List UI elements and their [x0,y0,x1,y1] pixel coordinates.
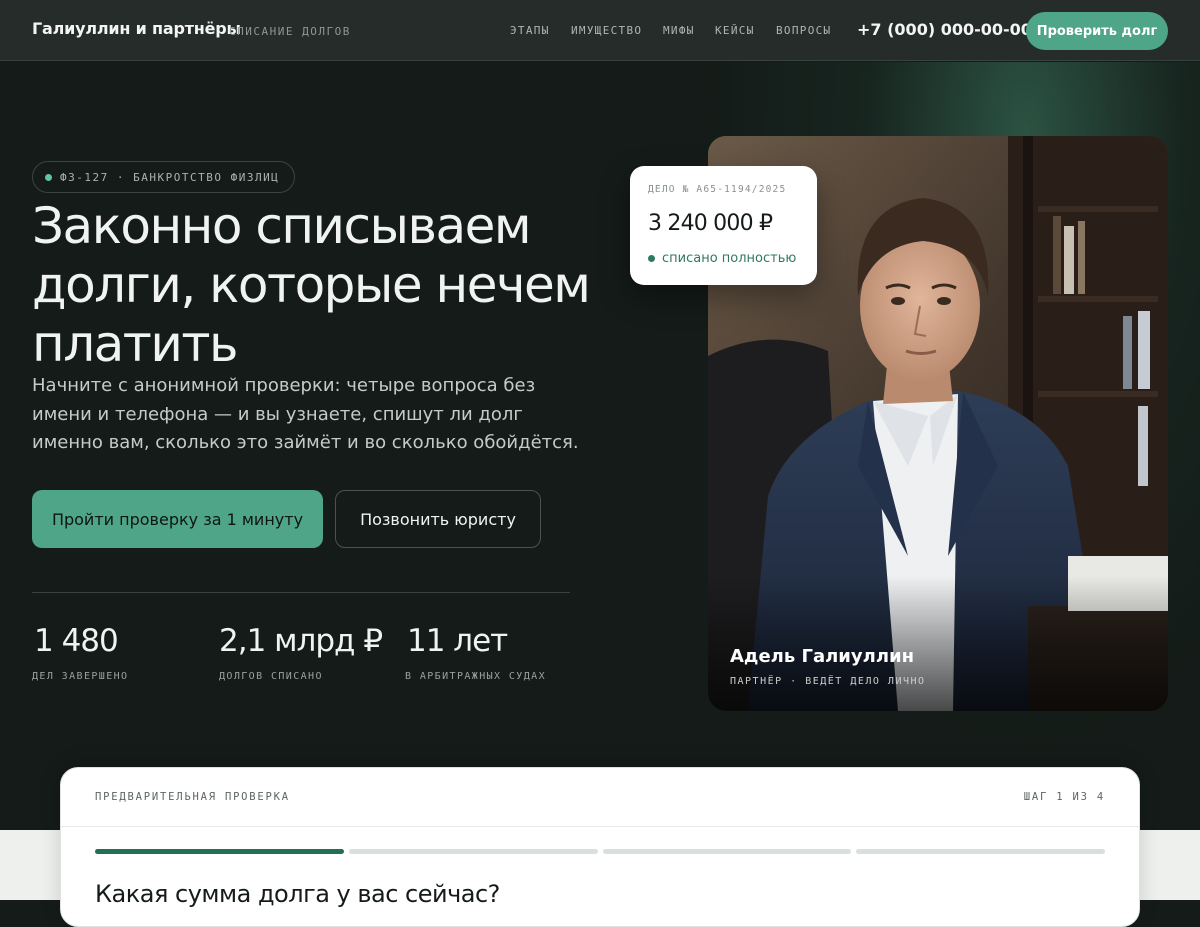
badge-dot-icon [45,174,52,181]
brand-logo[interactable]: Галиуллин и партнёры [32,19,241,38]
stat-years-label: В АРБИТРАЖНЫХ СУДАХ [405,671,546,682]
stat-cases-value: 1 480 [34,623,119,659]
card-divider [61,826,1139,827]
progress-segment-3 [602,849,852,854]
law-badge-text: ФЗ-127 · БАНКРОТСТВО ФИЗЛИЦ [60,170,280,184]
hero-subtitle: Начните с анонимной проверки: четыре воп… [32,375,579,453]
pre-check-title: ПРЕДВАРИТЕЛЬНАЯ ПРОВЕРКА [95,791,290,803]
site-header: Галиуллин и партнёры СПИСАНИЕ ДОЛГОВ ЭТА… [0,0,1200,61]
nav-link-faq[interactable]: ВОПРОСЫ [776,24,831,37]
lawyer-name: Адель Галиуллин [730,646,915,667]
check-debt-button[interactable]: Проверить долг [1026,12,1168,50]
progress-segment-2 [348,849,598,854]
phone-link[interactable]: +7 (000) 000-00-00 [857,20,1032,39]
pre-check-card: ПРЕДВАРИТЕЛЬНАЯ ПРОВЕРКА ШАГ 1 ИЗ 4 Кака… [60,767,1140,927]
lawyer-role: ПАРТНЁР · ВЕДЁТ ДЕЛО ЛИЧНО [730,676,926,687]
brand-tagline: СПИСАНИЕ ДОЛГОВ [229,25,351,38]
question-text: Какая сумма долга у вас сейчас? [95,880,500,908]
nav-link-property[interactable]: ИМУЩЕСТВО [571,24,642,37]
law-badge: ФЗ-127 · БАНКРОТСТВО ФИЗЛИЦ [32,161,296,193]
progress-segment-4 [856,849,1105,854]
hero-title: Законно списываем долги, которые нечем п… [32,197,591,373]
stat-years-value: 11 лет [407,623,508,659]
stat-debts-label: ДОЛГОВ СПИСАНО [219,671,323,682]
nav-link-myths[interactable]: МИФЫ [663,24,695,37]
nav-link-stages[interactable]: ЭТАПЫ [510,24,550,37]
call-lawyer-button[interactable]: Позвонить юристу [335,490,541,548]
case-number: ДЕЛО № А65-1194/2025 [648,184,787,195]
nav-link-cases[interactable]: КЕЙСЫ [715,24,755,37]
stat-debts-value: 2,1 млрд ₽ [219,623,383,659]
start-check-button[interactable]: Пройти проверку за 1 минуту [32,490,323,548]
case-status: списано полностью [662,251,797,266]
status-dot-icon [648,255,655,262]
stats-divider [32,592,570,593]
case-result-card: ДЕЛО № А65-1194/2025 3 240 000 ₽ списано… [630,166,817,285]
stat-cases-label: ДЕЛ ЗАВЕРШЕНО [32,671,129,682]
case-amount: 3 240 000 ₽ [648,211,773,236]
progress-segment-1 [95,849,344,854]
step-counter: ШАГ 1 ИЗ 4 [1023,791,1105,803]
